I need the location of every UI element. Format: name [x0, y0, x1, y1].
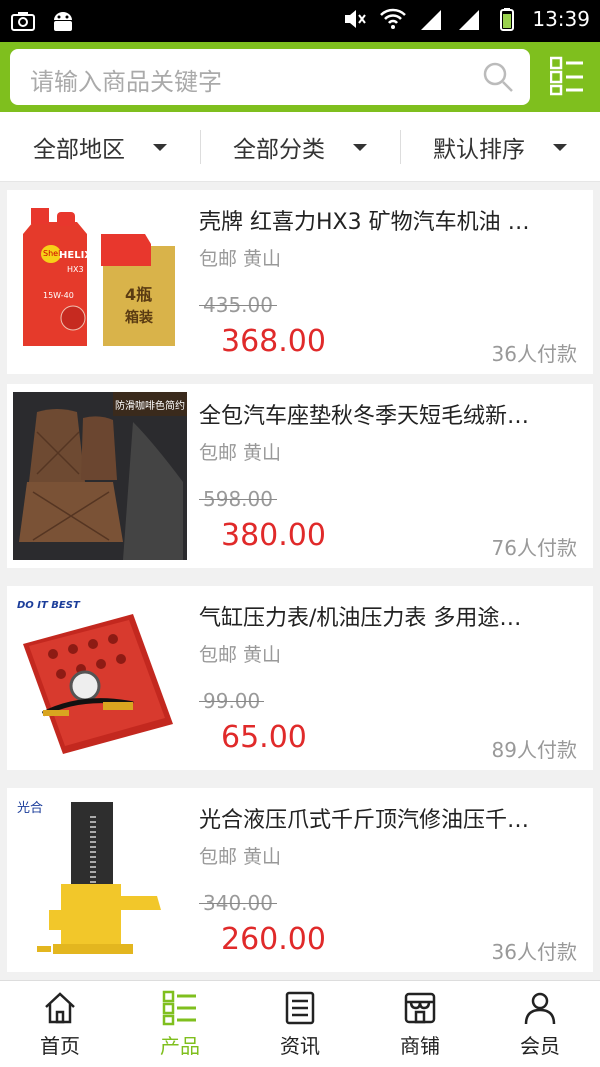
- status-bar-right: 13:39: [342, 6, 590, 32]
- product-title[interactable]: 光合液压爪式千斤顶汽修油压千…: [199, 802, 579, 834]
- search-icon[interactable]: [482, 61, 514, 93]
- svg-text:HELIX: HELIX: [59, 250, 92, 261]
- user-icon: [524, 992, 556, 1024]
- original-price: 598.00: [199, 487, 277, 511]
- mute-icon: [345, 10, 367, 28]
- svg-text:DO IT BEST: DO IT BEST: [17, 600, 81, 611]
- sales-count: 36人付款: [491, 342, 577, 366]
- svg-text:4瓶: 4瓶: [125, 285, 152, 304]
- nav-products-label: 产品: [160, 1033, 200, 1058]
- filter-region[interactable]: 全部地区: [0, 112, 200, 182]
- nav-member[interactable]: 会员: [480, 981, 600, 1067]
- nav-news-label: 资讯: [280, 1033, 320, 1058]
- pressure-gauge-image: DO IT BEST: [13, 594, 187, 762]
- menu-list-icon[interactable]: [550, 56, 584, 96]
- original-price: 435.00: [199, 293, 277, 317]
- product-card[interactable]: DO IT BEST 气缸压力表/机油压力表 多用途… 包邮 黄山 99.00 …: [7, 586, 593, 770]
- svg-text:HX3: HX3: [67, 265, 84, 274]
- nav-home[interactable]: 首页: [0, 981, 120, 1067]
- sale-price: 368.00: [221, 324, 326, 359]
- sim-signal-icon: [421, 10, 442, 30]
- product-card[interactable]: 防滑咖啡色简约 全包汽车座垫秋冬季天短毛绒新… 包邮 黄山 598.00 380…: [7, 384, 593, 568]
- product-location: 包邮 黄山: [199, 644, 282, 666]
- sales-count: 89人付款: [491, 738, 577, 762]
- svg-text:15W-40: 15W-40: [43, 291, 74, 300]
- product-card[interactable]: 光合 光合液压爪式千斤顶汽修油压千… 包邮 黄山 340.00 260.00 3…: [7, 788, 593, 972]
- filter-sort-label: 默认排序: [433, 137, 525, 163]
- sale-price: 380.00: [221, 518, 326, 553]
- product-title[interactable]: 壳牌 红喜力HX3 矿物汽车机油 …: [199, 204, 579, 236]
- nav-news[interactable]: 资讯: [240, 981, 360, 1067]
- nav-member-label: 会员: [520, 1033, 560, 1058]
- android-icon: [54, 12, 72, 31]
- camera-icon: [11, 12, 35, 31]
- product-image-seat-cover[interactable]: 防滑咖啡色简约: [13, 392, 187, 560]
- header: 请输入商品关键字: [0, 42, 600, 112]
- nav-stores-label: 商铺: [400, 1033, 440, 1058]
- home-icon: [45, 991, 75, 1023]
- store-icon: [404, 992, 436, 1023]
- seat-cover-image: 防滑咖啡色简约: [13, 392, 187, 560]
- filter-sort[interactable]: 默认排序: [400, 112, 600, 182]
- product-location: 包邮 黄山: [199, 248, 282, 270]
- sale-price: 65.00: [221, 720, 307, 755]
- status-time: 13:39: [532, 7, 590, 31]
- sales-count: 36人付款: [491, 940, 577, 964]
- battery-icon: [500, 8, 515, 31]
- filter-region-label: 全部地区: [33, 137, 125, 163]
- status-bar: 13:39: [0, 0, 600, 42]
- svg-text:防滑咖啡色简约: 防滑咖啡色简约: [115, 399, 185, 412]
- sale-price: 260.00: [221, 922, 326, 957]
- engine-oil-image: 4瓶 箱装 Shell HELIX HX3 15W-40: [13, 198, 187, 366]
- caret-down-icon: [153, 143, 167, 151]
- product-location: 包邮 黄山: [199, 442, 282, 464]
- svg-text:箱装: 箱装: [125, 309, 154, 326]
- status-bar-left: [10, 8, 76, 34]
- product-image-engine-oil[interactable]: 4瓶 箱装 Shell HELIX HX3 15W-40: [13, 198, 187, 366]
- sales-count: 76人付款: [491, 536, 577, 560]
- svg-text:光合: 光合: [17, 801, 43, 816]
- caret-down-icon: [553, 143, 567, 151]
- product-title[interactable]: 全包汽车座垫秋冬季天短毛绒新…: [199, 398, 579, 430]
- product-title[interactable]: 气缸压力表/机油压力表 多用途…: [199, 600, 579, 632]
- nav-products[interactable]: 产品: [120, 981, 240, 1067]
- caret-down-icon: [353, 143, 367, 151]
- hydraulic-jack-image: 光合: [13, 796, 187, 964]
- grid-list-icon: [162, 990, 196, 1025]
- original-price: 340.00: [199, 891, 277, 915]
- product-image-hydraulic-jack[interactable]: 光合: [13, 796, 187, 964]
- product-location: 包邮 黄山: [199, 846, 282, 868]
- search-input[interactable]: 请输入商品关键字: [30, 62, 222, 97]
- filter-category[interactable]: 全部分类: [200, 112, 400, 182]
- filter-category-label: 全部分类: [233, 137, 325, 163]
- sim-signal-icon: [459, 10, 480, 30]
- nav-home-label: 首页: [40, 1033, 80, 1058]
- product-image-pressure-gauge[interactable]: DO IT BEST: [13, 594, 187, 762]
- bottom-nav: 首页 产品 资讯 商铺 会员: [0, 980, 600, 1067]
- news-icon: [285, 991, 315, 1024]
- filter-bar: 全部地区 全部分类 默认排序: [0, 112, 600, 182]
- product-card[interactable]: 4瓶 箱装 Shell HELIX HX3 15W-40 壳牌 红喜力HX3 矿…: [7, 190, 593, 374]
- wifi-icon: [380, 8, 407, 29]
- original-price: 99.00: [198, 689, 265, 713]
- search-bar[interactable]: 请输入商品关键字: [10, 49, 530, 105]
- nav-stores[interactable]: 商铺: [360, 981, 480, 1067]
